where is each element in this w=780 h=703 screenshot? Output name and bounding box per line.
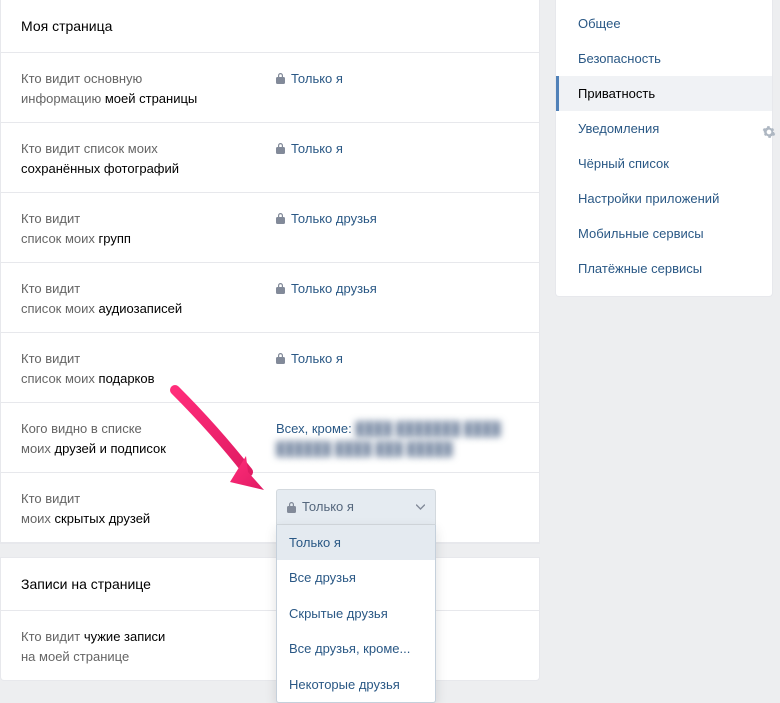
sidebar-item-payments[interactable]: Платёжные сервисы xyxy=(556,251,772,286)
chevron-down-icon xyxy=(416,504,425,510)
dropdown-menu: Только я Все друзья Скрытые друзья Все д… xyxy=(276,525,436,703)
lock-icon xyxy=(276,352,285,364)
privacy-row-gifts[interactable]: Кто видит список моих подарков Только я xyxy=(1,333,539,403)
privacy-row-saved-photos[interactable]: Кто видит список моих сохранённых фотогр… xyxy=(1,123,539,193)
row-value: Всех, кроме: ████ ███████ ████ ██████ ██… xyxy=(276,417,519,458)
sidebar-item-privacy[interactable]: Приватность xyxy=(556,76,772,111)
row-label: Кто видит список моих подарков xyxy=(21,347,276,388)
row-label: Кто видит чужие записи на моей странице xyxy=(21,625,276,666)
row-value: Только я xyxy=(276,137,519,159)
privacy-row-groups[interactable]: Кто видит список моих групп Только друзь… xyxy=(1,193,539,263)
privacy-row-hidden-friends[interactable]: Кто видит моих скрытых друзей Только я xyxy=(1,473,539,543)
row-value: Только друзья xyxy=(276,277,519,299)
row-label: Кто видит основную информацию моей стран… xyxy=(21,67,276,108)
section-title-wall: Записи на странице xyxy=(1,558,539,611)
lock-icon xyxy=(276,72,285,84)
lock-icon xyxy=(287,501,296,513)
dropdown-selected[interactable]: Только я xyxy=(276,489,436,525)
sidebar-item-security[interactable]: Безопасность xyxy=(556,41,772,76)
row-value: Только я xyxy=(276,67,519,89)
row-value: Только я xyxy=(276,347,519,369)
dropdown-option-some-friends[interactable]: Некоторые друзья xyxy=(277,667,435,703)
row-label: Кто видит список моих групп xyxy=(21,207,276,248)
section-title-my-page: Моя страница xyxy=(1,0,539,53)
dropdown-option-only-me[interactable]: Только я xyxy=(277,525,435,561)
sidebar-item-blacklist[interactable]: Чёрный список xyxy=(556,146,772,181)
sidebar-item-notifications[interactable]: Уведомления xyxy=(556,111,772,146)
settings-sidebar: Общее Безопасность Приватность Уведомлен… xyxy=(555,0,773,297)
main-panel: Моя страница Кто видит основную информац… xyxy=(0,0,540,681)
row-value: Только друзья xyxy=(276,207,519,229)
row-label: Кто видит моих скрытых друзей xyxy=(21,487,276,528)
lock-icon xyxy=(276,142,285,154)
privacy-row-basic-info[interactable]: Кто видит основную информацию моей стран… xyxy=(1,53,539,123)
dropdown-option-all-friends-except[interactable]: Все друзья, кроме... xyxy=(277,631,435,667)
row-label: Кто видит список моих сохранённых фотогр… xyxy=(21,137,276,178)
lock-icon xyxy=(276,282,285,294)
row-value: Только я Только я Все друзья Скрытые дру… xyxy=(276,487,519,525)
row-label: Кого видно в списке моих друзей и подпис… xyxy=(21,417,276,458)
lock-icon xyxy=(276,212,285,224)
dropdown-option-all-friends[interactable]: Все друзья xyxy=(277,560,435,596)
privacy-row-friends-subs[interactable]: Кого видно в списке моих друзей и подпис… xyxy=(1,403,539,473)
row-label: Кто видит список моих аудиозаписей xyxy=(21,277,276,318)
sidebar-item-general[interactable]: Общее xyxy=(556,6,772,41)
sidebar-item-app-settings[interactable]: Настройки приложений xyxy=(556,181,772,216)
sidebar-item-mobile[interactable]: Мобильные сервисы xyxy=(556,216,772,251)
privacy-row-audio[interactable]: Кто видит список моих аудиозаписей Тольк… xyxy=(1,263,539,333)
section-gap xyxy=(0,543,540,558)
privacy-row-others-posts[interactable]: Кто видит чужие записи на моей странице xyxy=(1,611,539,680)
dropdown-option-hidden-friends[interactable]: Скрытые друзья xyxy=(277,596,435,632)
gear-icon[interactable] xyxy=(762,125,776,142)
